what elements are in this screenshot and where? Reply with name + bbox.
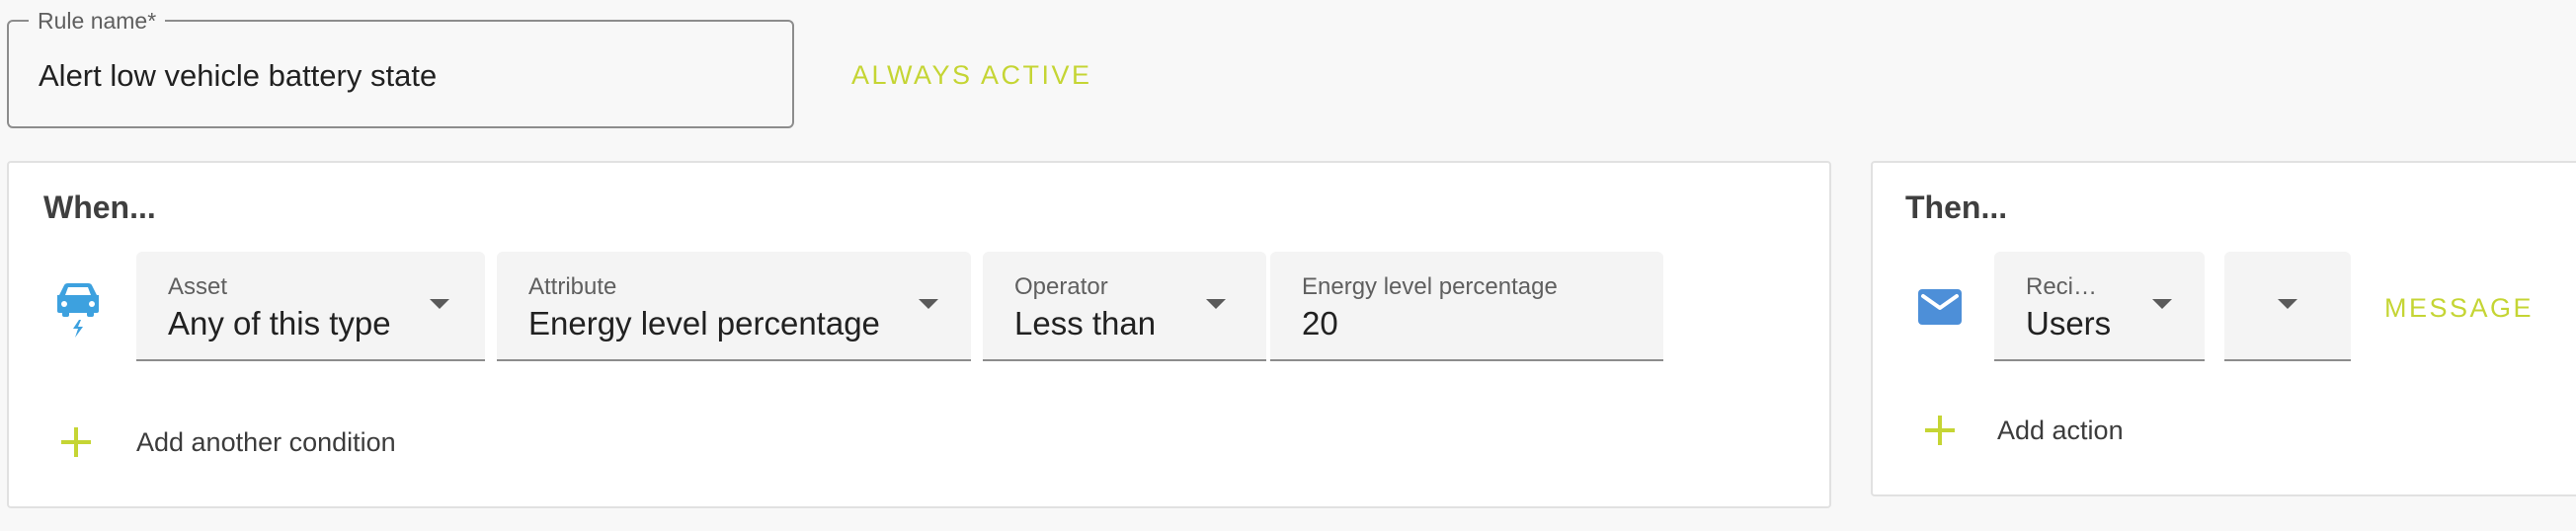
chevron-down-icon bbox=[1206, 299, 1226, 309]
plus-icon bbox=[61, 427, 91, 457]
chevron-down-icon bbox=[919, 299, 938, 309]
recipients-label: Reci… bbox=[2026, 273, 2098, 300]
chevron-down-icon bbox=[2278, 299, 2297, 309]
attribute-value: Energy level percentage bbox=[528, 305, 880, 341]
plus-icon bbox=[1925, 416, 1955, 445]
message-button[interactable]: MESSAGE bbox=[2384, 292, 2534, 324]
then-heading: Then... bbox=[1905, 190, 2008, 225]
threshold-input[interactable]: Energy level percentage 20 bbox=[1270, 252, 1663, 361]
then-panel: Then... Reci… Users Add action bbox=[1871, 161, 2576, 496]
rule-name-value[interactable]: Alert low vehicle battery state bbox=[39, 57, 437, 95]
attribute-label: Attribute bbox=[528, 273, 617, 300]
when-heading: When... bbox=[43, 190, 156, 225]
rule-name-field[interactable]: Rule name* Alert low vehicle battery sta… bbox=[7, 7, 794, 128]
always-active-button[interactable]: ALWAYS ACTIVE bbox=[851, 59, 1092, 91]
target-select[interactable] bbox=[2224, 252, 2351, 361]
add-action-button[interactable]: Add action bbox=[1925, 415, 2124, 446]
operator-value: Less than bbox=[1014, 305, 1157, 341]
email-icon bbox=[1918, 289, 1962, 330]
when-panel: When... Asset Any of this type Attribute… bbox=[7, 161, 1831, 508]
recipients-value: Users bbox=[2026, 305, 2112, 341]
operator-select[interactable]: Operator Less than bbox=[983, 252, 1266, 361]
rule-name-label: Rule name* bbox=[29, 7, 166, 35]
add-condition-label: Add another condition bbox=[136, 427, 396, 457]
threshold-value: 20 bbox=[1302, 305, 1338, 341]
asset-select[interactable]: Asset Any of this type bbox=[136, 252, 485, 361]
recipients-select[interactable]: Reci… Users bbox=[1994, 252, 2205, 361]
chevron-down-icon bbox=[430, 299, 449, 309]
add-condition-button[interactable]: Add another condition bbox=[61, 426, 396, 458]
asset-label: Asset bbox=[168, 273, 228, 300]
asset-value: Any of this type bbox=[168, 305, 391, 341]
operator-label: Operator bbox=[1014, 273, 1108, 300]
attribute-select[interactable]: Attribute Energy level percentage bbox=[497, 252, 971, 361]
threshold-label: Energy level percentage bbox=[1302, 273, 1558, 300]
chevron-down-icon bbox=[2152, 299, 2172, 309]
add-action-label: Add action bbox=[1997, 416, 2124, 445]
electric-vehicle-icon bbox=[53, 281, 103, 343]
